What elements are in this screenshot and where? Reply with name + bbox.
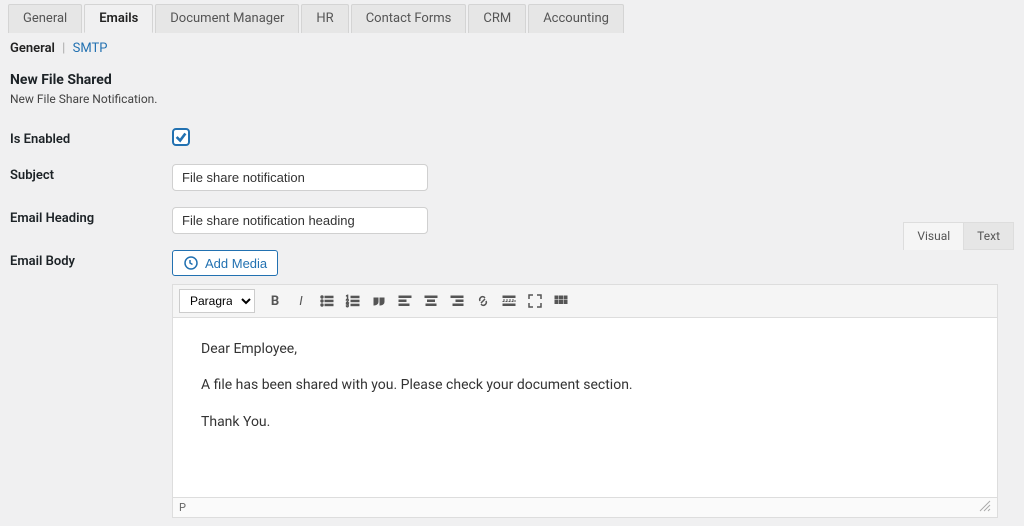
svg-text:3: 3 xyxy=(346,303,349,309)
editor-tab-text[interactable]: Text xyxy=(964,222,1014,250)
row-body: Email Body Add Media Visual Text Paragra… xyxy=(0,242,1024,526)
subtab-smtp[interactable]: SMTP xyxy=(73,41,108,56)
editor-toolbar: Paragraph B I 123 xyxy=(172,284,998,318)
bullet-list-icon xyxy=(319,293,335,309)
align-center-button[interactable] xyxy=(419,289,443,313)
align-right-icon xyxy=(449,293,465,309)
row-heading: Email Heading xyxy=(0,199,1024,242)
editor-status-bar: P xyxy=(172,498,998,518)
label-subject: Subject xyxy=(10,164,172,183)
input-subject[interactable] xyxy=(172,164,428,191)
element-path[interactable]: P xyxy=(179,501,186,514)
editor-tab-visual[interactable]: Visual xyxy=(903,222,964,250)
body-paragraph: A file has been shared with you. Please … xyxy=(201,374,969,396)
read-more-icon xyxy=(501,293,517,309)
check-icon xyxy=(174,130,188,144)
section-description: New File Share Notification. xyxy=(0,92,1024,120)
tab-contact-forms[interactable]: Contact Forms xyxy=(351,4,467,33)
blockquote-button[interactable] xyxy=(367,289,391,313)
link-icon xyxy=(475,293,491,309)
tab-hr[interactable]: HR xyxy=(301,4,348,33)
numbered-list-icon: 123 xyxy=(345,293,361,309)
bold-button[interactable]: B xyxy=(263,289,287,313)
body-paragraph: Dear Employee, xyxy=(201,338,969,360)
main-tabs: General Emails Document Manager HR Conta… xyxy=(0,0,1024,33)
align-right-button[interactable] xyxy=(445,289,469,313)
kitchen-sink-icon xyxy=(553,293,569,309)
tab-crm[interactable]: CRM xyxy=(468,4,526,33)
editor-mode-tabs: Visual Text xyxy=(903,222,1014,250)
bullet-list-button[interactable] xyxy=(315,289,339,313)
row-subject: Subject xyxy=(0,156,1024,199)
add-media-label: Add Media xyxy=(205,256,267,271)
label-body: Email Body xyxy=(10,250,172,269)
checkbox-enabled[interactable] xyxy=(172,128,190,146)
subtab-separator: | xyxy=(62,41,65,56)
insert-more-button[interactable] xyxy=(497,289,521,313)
tab-document-manager[interactable]: Document Manager xyxy=(155,4,299,33)
toolbar-toggle-button[interactable] xyxy=(549,289,573,313)
subtab-general[interactable]: General xyxy=(10,41,55,56)
align-left-button[interactable] xyxy=(393,289,417,313)
label-heading: Email Heading xyxy=(10,207,172,226)
link-button[interactable] xyxy=(471,289,495,313)
align-center-icon xyxy=(423,293,439,309)
section-title: New File Shared xyxy=(0,58,1024,92)
editor-body[interactable]: Dear Employee, A file has been shared wi… xyxy=(172,318,998,498)
resize-handle[interactable] xyxy=(979,500,991,515)
label-enabled: Is Enabled xyxy=(10,128,172,147)
fullscreen-button[interactable] xyxy=(523,289,547,313)
tab-accounting[interactable]: Accounting xyxy=(528,4,624,33)
tab-general[interactable]: General xyxy=(8,4,82,33)
sub-tabs: General | SMTP xyxy=(0,33,1024,58)
format-select[interactable]: Paragraph xyxy=(179,289,255,313)
input-heading[interactable] xyxy=(172,207,428,234)
tab-emails[interactable]: Emails xyxy=(84,4,153,33)
align-left-icon xyxy=(397,293,413,309)
row-enabled: Is Enabled xyxy=(0,120,1024,156)
resize-icon xyxy=(979,500,991,512)
numbered-list-button[interactable]: 123 xyxy=(341,289,365,313)
fullscreen-icon xyxy=(527,293,543,309)
add-media-button[interactable]: Add Media xyxy=(172,250,278,276)
media-icon xyxy=(183,255,199,271)
body-paragraph: Thank You. xyxy=(201,411,969,433)
quote-icon xyxy=(371,293,387,309)
italic-button[interactable]: I xyxy=(289,289,313,313)
